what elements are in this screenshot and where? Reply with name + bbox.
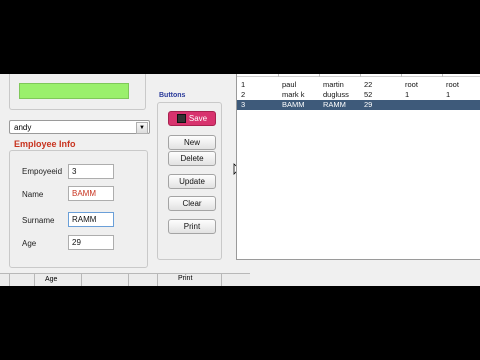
- age-label: Age: [22, 239, 37, 248]
- table-row-selected[interactable]: 3 BAMM RAMM 29: [237, 100, 480, 110]
- bottom-strip-print-cell: Print: [157, 274, 222, 286]
- table-cell: root: [446, 80, 459, 89]
- buttons-panel-title: Buttons: [159, 92, 186, 99]
- employeeid-field[interactable]: 3: [68, 164, 114, 179]
- table-col-line-5: [442, 74, 443, 77]
- name-field[interactable]: BAMM: [68, 186, 114, 201]
- bottom-strip-divider: [128, 274, 129, 286]
- table-row[interactable]: 1 paul martin 22 root root: [237, 80, 480, 90]
- table-col-line-2: [319, 74, 320, 77]
- employeeid-label: Empoyeeid: [22, 167, 63, 176]
- floppy-disk-icon: [176, 114, 186, 124]
- table-cell: 2: [241, 90, 246, 99]
- table-cell: 3: [241, 100, 246, 109]
- table-cell: mark k: [282, 90, 305, 99]
- table-cell: RAMM: [323, 100, 346, 109]
- surname-label: Surname: [22, 216, 55, 225]
- table-cell: root: [405, 80, 418, 89]
- chevron-down-icon[interactable]: ▼: [136, 122, 148, 134]
- surname-field[interactable]: RAMM: [68, 212, 114, 227]
- table-col-line-4: [401, 74, 402, 77]
- bottom-strip-left-block: [0, 274, 10, 286]
- employee-combo-value: andy: [14, 123, 32, 132]
- bottom-strip-age-label: Age: [45, 276, 58, 283]
- delete-button[interactable]: Delete: [168, 151, 216, 166]
- update-button[interactable]: Update: [168, 174, 216, 189]
- save-button-label: Save: [188, 114, 208, 123]
- table-col-line-3: [360, 74, 361, 77]
- name-label: Name: [22, 190, 44, 199]
- table-cell: 52: [364, 90, 373, 99]
- table-cell: dugluss: [323, 90, 349, 99]
- employee-info-title: Employee Info: [14, 139, 76, 149]
- table-cell: 29: [364, 100, 373, 109]
- table-cell: 1: [405, 90, 410, 99]
- status-indicator: [19, 83, 129, 99]
- table-cell: martin: [323, 80, 344, 89]
- new-button[interactable]: New: [168, 135, 216, 150]
- table-cell: 1: [446, 90, 451, 99]
- print-button[interactable]: Print: [168, 219, 216, 234]
- bottom-strip-print-label: Print: [178, 275, 193, 282]
- table-column-divider: [237, 74, 480, 77]
- table-cell: 1: [241, 80, 246, 89]
- bottom-strip-age-cell: Age: [34, 274, 82, 286]
- employee-combo[interactable]: andy ▼: [9, 120, 150, 134]
- table-col-line-1: [278, 74, 279, 77]
- save-button[interactable]: Save: [168, 111, 216, 126]
- table-cell: paul: [282, 80, 297, 89]
- table-cell: 22: [364, 80, 373, 89]
- employee-table[interactable]: 1 paul martin 22 root root 2 mark k dugl…: [236, 74, 480, 260]
- app-window: andy ▼ Employee Info Empoyeeid 3 Name BA…: [0, 74, 480, 286]
- age-field[interactable]: 29: [68, 235, 114, 250]
- table-row[interactable]: 2 mark k dugluss 52 1 1: [237, 90, 480, 100]
- bottom-strip: Age Print: [0, 273, 250, 286]
- table-cell: BAMM: [282, 100, 305, 109]
- clear-button[interactable]: Clear: [168, 196, 216, 211]
